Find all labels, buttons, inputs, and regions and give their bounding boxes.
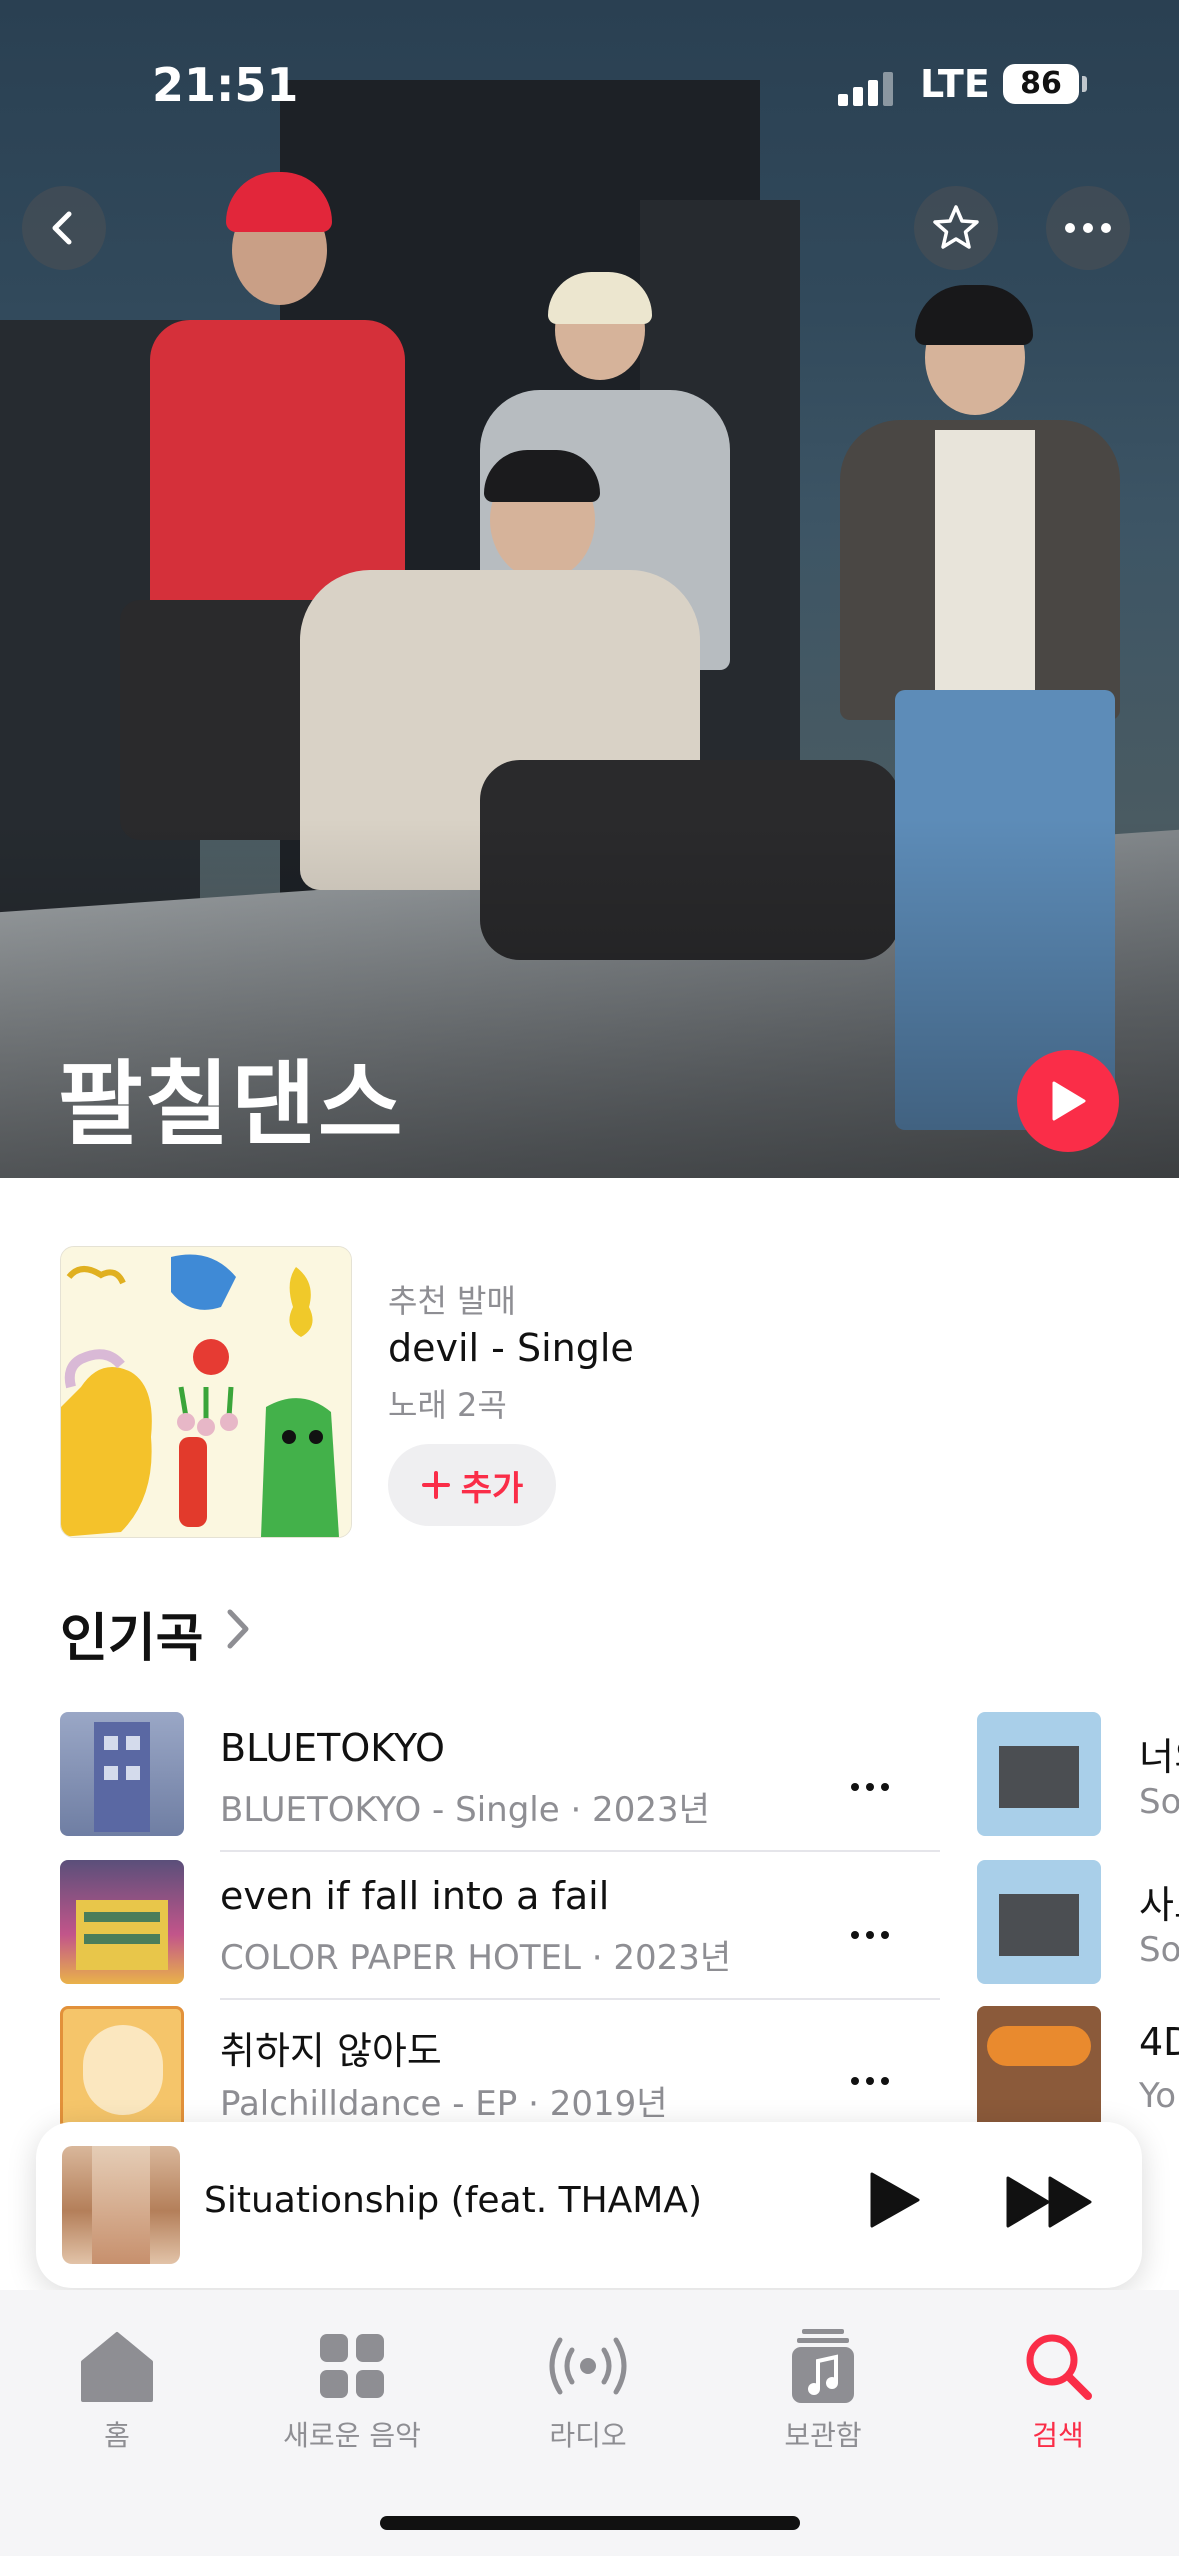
dark-hair	[484, 450, 600, 502]
radio-icon	[549, 2337, 627, 2395]
library-icon	[792, 2329, 854, 2403]
ellipsis-icon	[1065, 223, 1111, 233]
song-row[interactable]: BLUETOKYO BLUETOKYO - Single · 2023년	[60, 1706, 940, 1852]
song-artwork	[60, 1860, 184, 1984]
song-row[interactable]: 너의 So	[977, 1706, 1179, 1846]
play-icon	[1052, 1081, 1086, 1121]
song-title: even if fall into a fail	[220, 1874, 610, 1918]
song-more-button[interactable]	[850, 1904, 890, 1950]
song-subtitle: So	[1139, 1930, 1179, 1970]
song-artwork	[977, 1860, 1101, 1984]
song-row[interactable]: 취하지 않아도 Palchilldance - EP · 2019년	[60, 2000, 940, 2140]
favorite-button[interactable]	[914, 186, 998, 270]
song-title: BLUETOKYO	[220, 1726, 445, 1770]
song-row[interactable]: 사료 So	[977, 1854, 1179, 1994]
tab-home[interactable]: 홈	[17, 2326, 217, 2454]
battery-tip	[1082, 76, 1087, 92]
artist-hero-image	[0, 0, 1179, 1178]
ellipsis-icon	[851, 1783, 889, 1791]
tab-library[interactable]: 보관함	[723, 2326, 923, 2454]
song-artwork	[977, 1712, 1101, 1836]
chevron-left-icon	[52, 211, 72, 245]
star-icon	[933, 205, 979, 249]
row-divider	[220, 1850, 940, 1852]
tab-label: 라디오	[549, 2419, 627, 2452]
tab-label: 홈	[104, 2419, 130, 2452]
next-track-button[interactable]	[1004, 2174, 1096, 2234]
add-to-library-button[interactable]: 추가	[388, 1444, 556, 1526]
song-subtitle: Palchilldance - EP · 2019년	[220, 2084, 668, 2124]
song-artwork	[977, 2006, 1101, 2130]
play-button[interactable]	[866, 2170, 922, 2234]
search-icon	[1026, 2334, 1092, 2400]
tab-label: 새로운 음악	[283, 2419, 421, 2452]
devil-cover-illustration	[61, 1247, 351, 1537]
tab-radio[interactable]: 라디오	[488, 2326, 688, 2454]
grid-icon	[320, 2334, 384, 2398]
play-artist-button[interactable]	[1017, 1050, 1119, 1152]
tshirt	[935, 430, 1035, 700]
now-playing-artwork	[62, 2146, 180, 2264]
featured-label: 추천 발매	[388, 1282, 516, 1320]
network-type: LTE	[920, 62, 990, 106]
song-subtitle: So	[1139, 1782, 1179, 1822]
song-title: 너의	[1139, 1735, 1179, 1779]
featured-album-art[interactable]	[60, 1246, 352, 1538]
song-artwork	[60, 2006, 184, 2130]
person-red-sweater	[150, 320, 405, 610]
tab-new-music[interactable]: 새로운 음악	[252, 2326, 452, 2454]
add-button-label: 추가	[460, 1468, 524, 1509]
now-playing-title: Situationship (feat. THAMA)	[204, 2180, 703, 2221]
artist-name: 팔칠댄스	[58, 1051, 405, 1158]
status-bar: 21:51 LTE 86	[0, 58, 1179, 118]
song-artwork	[60, 1712, 184, 1836]
ellipsis-icon	[851, 2077, 889, 2085]
song-title: 사료	[1139, 1883, 1179, 1927]
song-more-button[interactable]	[850, 1756, 890, 1802]
top-songs-title[interactable]: 인기곡	[60, 1596, 204, 1671]
chevron-right-icon[interactable]	[222, 1606, 252, 1652]
ellipsis-icon	[851, 1931, 889, 1939]
featured-title[interactable]: devil - Single	[388, 1326, 634, 1370]
song-title: 4D	[1139, 2020, 1179, 2064]
song-row[interactable]: even if fall into a fail COLOR PAPER HOT…	[60, 1854, 940, 2000]
tab-label: 보관함	[784, 2419, 862, 2452]
back-button[interactable]	[22, 186, 106, 270]
song-subtitle: Yo	[1139, 2076, 1177, 2116]
home-icon	[81, 2332, 153, 2402]
cellular-signal-icon	[838, 72, 893, 106]
status-time: 21:51	[152, 58, 299, 112]
tab-label: 검색	[1032, 2419, 1084, 2452]
tab-search[interactable]: 검색	[958, 2326, 1158, 2454]
song-subtitle: COLOR PAPER HOTEL · 2023년	[220, 1938, 732, 1978]
song-title: 취하지 않아도	[220, 2029, 442, 2073]
battery-icon: 86	[1003, 64, 1079, 104]
play-icon	[870, 2172, 920, 2228]
song-row[interactable]: 4D Yo	[977, 2000, 1179, 2140]
song-more-button[interactable]	[850, 2050, 890, 2096]
more-options-button[interactable]	[1046, 186, 1130, 270]
plus-icon	[421, 1471, 450, 1499]
song-subtitle: BLUETOKYO - Single · 2023년	[220, 1790, 710, 1830]
fast-forward-icon	[1006, 2176, 1092, 2228]
home-indicator	[380, 2516, 800, 2530]
mini-player[interactable]: Situationship (feat. THAMA)	[36, 2122, 1142, 2288]
featured-subtitle: 노래 2곡	[388, 1386, 507, 1424]
dark-hair	[915, 285, 1033, 345]
